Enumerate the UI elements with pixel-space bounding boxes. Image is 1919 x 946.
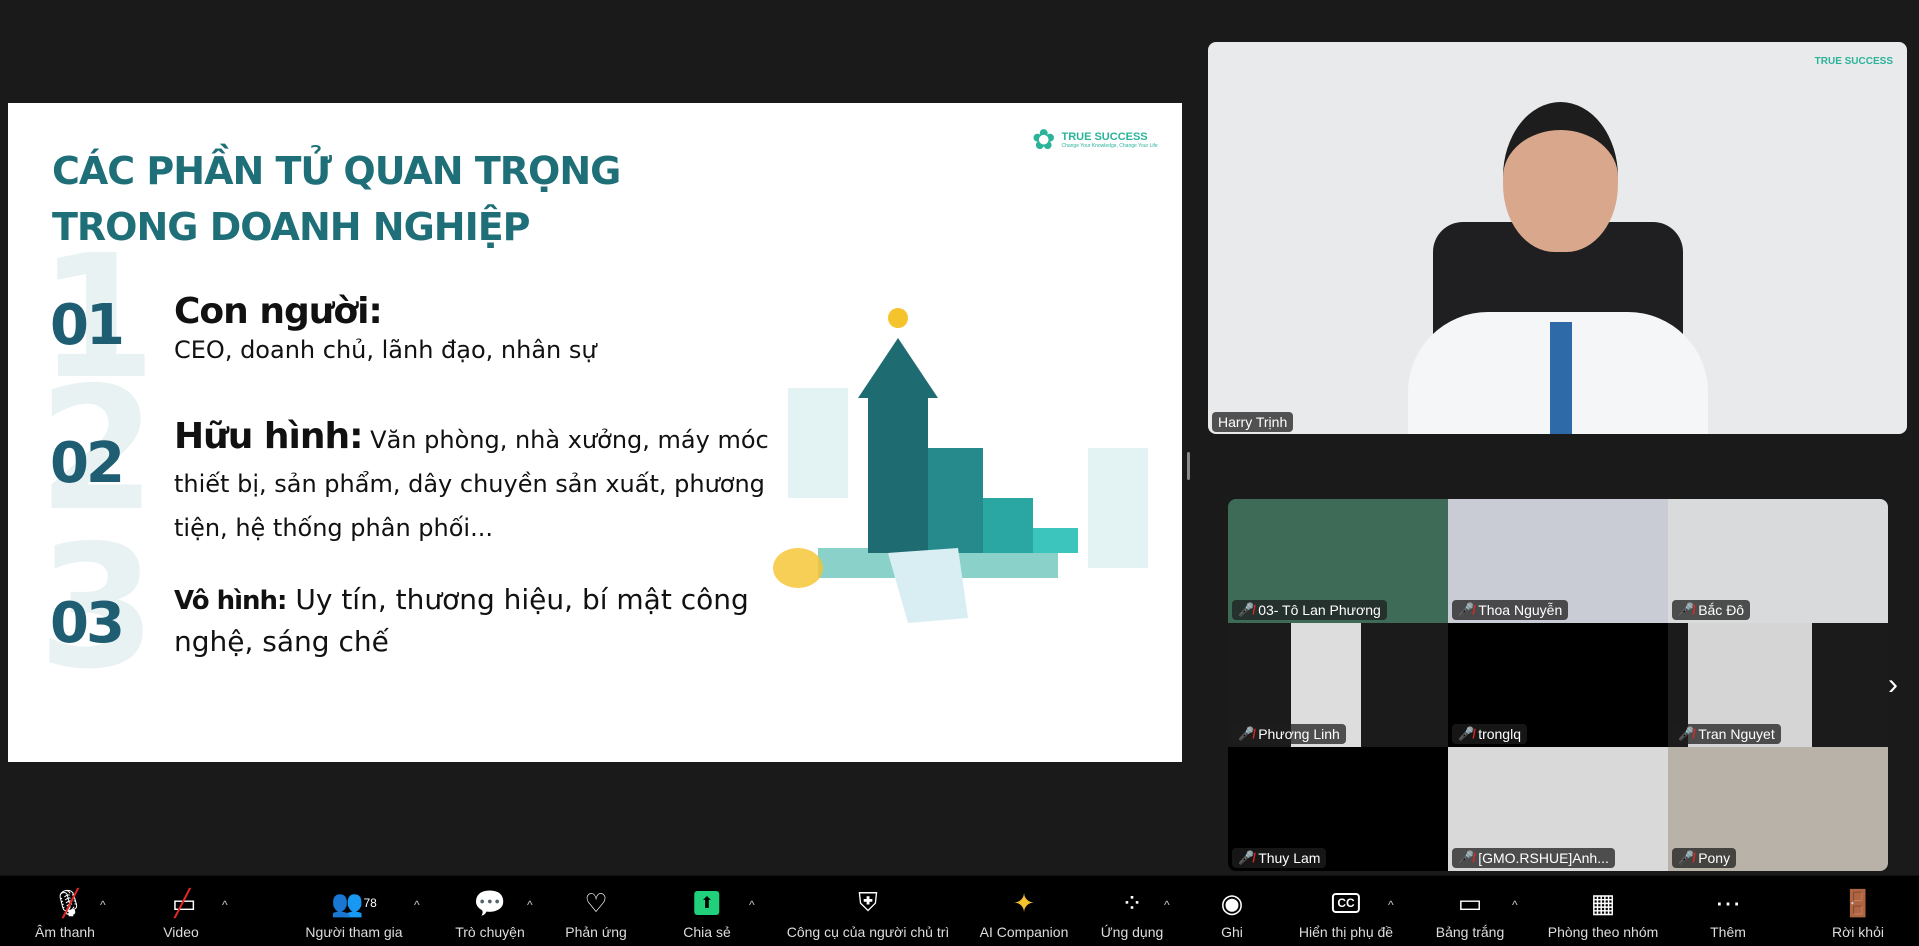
apps-options-caret[interactable]: ^ (1164, 898, 1170, 912)
participant-name: Thuy Lam (1258, 850, 1321, 866)
item-heading: Hữu hình: (174, 416, 364, 457)
apps-icon: ⁘ (1121, 887, 1143, 918)
participant-tile[interactable]: 🎤̸ Bắc Đô (1668, 499, 1888, 623)
panel-splitter[interactable] (1187, 452, 1190, 480)
captions-options-caret[interactable]: ^ (1388, 898, 1394, 912)
whiteboard-icon: ▭ (1457, 887, 1483, 918)
participant-name: Bắc Đô (1698, 602, 1745, 618)
captions-button[interactable]: CC Hiển thị phụ đề (1299, 886, 1393, 940)
audio-options-caret[interactable]: ^ (100, 898, 106, 912)
record-button[interactable]: ◉ Ghi (1220, 886, 1244, 941)
participant-name: Tran Nguyet (1698, 726, 1775, 742)
heart-icon: ♡ (584, 887, 608, 918)
muted-mic-icon: 🎤̸ (1458, 602, 1475, 617)
more-dots-icon: ⋯ (1714, 887, 1741, 918)
muted-mic-icon: 🎤̸ (1238, 602, 1255, 617)
closed-captions-icon: CC (1332, 886, 1360, 920)
gallery-next-page-button[interactable]: › (1888, 668, 1898, 702)
breakout-rooms-button[interactable]: ▦ Phòng theo nhóm (1548, 886, 1659, 941)
muted-mic-icon: 🎤̸ (1678, 850, 1695, 865)
video-off-icon: ▭ ╱ (171, 887, 197, 918)
participant-count: 78 (363, 896, 377, 910)
host-tools-button[interactable]: ⛨ Công cụ của người chủ trì (787, 886, 950, 940)
muted-mic-icon: 🎤̸ (1678, 602, 1695, 617)
muted-mic-icon: 🎤̸ (1678, 726, 1695, 741)
participant-tile[interactable]: 🎤̸ [GMO.RSHUE]Anh... (1448, 747, 1668, 871)
growth-stairs-illustration (773, 308, 1148, 623)
leave-door-icon: 🚪 (1841, 887, 1875, 918)
share-options-caret[interactable]: ^ (749, 898, 755, 912)
item-heading: Con người: (174, 291, 383, 332)
item-number: 03 (50, 591, 125, 656)
item-body: CEO, doanh chủ, lãnh đạo, nhân sự (174, 336, 597, 364)
whiteboard-options-caret[interactable]: ^ (1512, 898, 1518, 912)
participant-tile[interactable]: 🎤̸ Tran Nguyet (1668, 623, 1888, 747)
chat-options-caret[interactable]: ^ (527, 898, 533, 912)
logo-name: TRUE SUCCESS (1061, 130, 1148, 143)
share-button[interactable]: ⬆ Chia sẻ (683, 886, 731, 940)
record-icon: ◉ (1220, 887, 1244, 918)
item-tangible: Hữu hình: Văn phòng, nhà xưởng, máy móc … (174, 415, 794, 553)
muted-mic-icon: 🎤̸ (1458, 850, 1475, 865)
item-number: 01 (50, 293, 125, 358)
participant-name: 03- Tô Lan Phương (1258, 602, 1381, 618)
item-number: 02 (50, 431, 125, 496)
audio-button[interactable]: 🎙 ╱ Âm thanh (35, 886, 95, 941)
video-options-caret[interactable]: ^ (222, 898, 228, 912)
participant-gallery: 🎤̸ 03- Tô Lan Phương 🎤̸ Thoa Nguyễn 🎤̸ Bắc … (1228, 499, 1888, 871)
participants-options-caret[interactable]: ^ (414, 898, 420, 912)
participant-tile[interactable]: 🎤̸ Thuy Lam (1228, 747, 1448, 871)
participant-name: [GMO.RSHUE]Anh... (1478, 850, 1609, 866)
muted-mic-icon: 🎤̸ (1238, 850, 1255, 865)
item-intangible: Vô hình: Uy tín, thương hiệu, bí mật côn… (174, 581, 794, 666)
video-button[interactable]: ▭ ╱ Video (163, 886, 199, 941)
more-button[interactable]: ⋯ Thêm (1710, 886, 1746, 941)
participants-icon: 👥 78 (331, 887, 377, 918)
background-logo: TRUE SUCCESS (1814, 56, 1893, 67)
item-people: Con người: CEO, doanh chủ, lãnh đạo, nhâ… (174, 291, 794, 368)
participant-tile[interactable]: 🎤̸ Thoa Nguyễn (1448, 499, 1668, 623)
participant-tile[interactable]: 🎤̸ Pony (1668, 747, 1888, 871)
slide-logo: ✿ TRUE SUCCESS Change Your Knowledge, Cha… (1032, 123, 1158, 156)
grid-icon: ▦ (1590, 887, 1616, 918)
apps-button[interactable]: ⁘ Ứng dụng (1101, 886, 1164, 941)
speaker-head (1503, 102, 1618, 252)
logo-tagline: Change Your Knowledge, Change Your Life (1061, 142, 1158, 149)
sparkle-icon: ✦ (1013, 887, 1035, 918)
leave-button[interactable]: 🚪 Rời khỏi (1832, 886, 1884, 941)
logo-flower-icon: ✿ (1032, 124, 1056, 155)
speaker-tie (1550, 322, 1572, 434)
ai-companion-button[interactable]: ✦ AI Companion (980, 886, 1069, 941)
meeting-toolbar: 🎙 ╱ Âm thanh ^ ▭ ╱ Video ^ 👥 78 Người tham gia… (0, 875, 1919, 946)
participant-tile[interactable]: 🎤̸ 03- Tô Lan Phương (1228, 499, 1448, 623)
muted-mic-icon: 🎤̸ (1238, 726, 1255, 741)
participant-name: Thoa Nguyễn (1478, 602, 1563, 618)
chat-bubble-icon: 💬 (473, 887, 507, 918)
participant-name: Pony (1698, 850, 1731, 866)
reactions-button[interactable]: ♡ Phản ứng (565, 886, 627, 941)
participant-name: tronglq (1478, 726, 1521, 742)
shared-slide: ✿ TRUE SUCCESS Change Your Knowledge, Cha… (8, 103, 1182, 762)
participant-tile[interactable]: 🎤̸ Phương Linh (1228, 623, 1448, 747)
chat-button[interactable]: 💬 Trò chuyện (455, 886, 525, 941)
participants-button[interactable]: 👥 78 Người tham gia (305, 886, 402, 941)
shield-icon: ⛨ (858, 887, 878, 917)
item-heading: Vô hình: (174, 586, 287, 616)
share-screen-icon: ⬆ (694, 886, 720, 920)
participant-name: Phương Linh (1258, 726, 1340, 742)
muted-microphone-icon: 🎙 ╱ (51, 887, 85, 918)
whiteboard-button[interactable]: ▭ Bảng trắng (1436, 886, 1505, 941)
muted-mic-icon: 🎤̸ (1458, 726, 1475, 741)
speaker-name-tag: Harry Trịnh (1212, 412, 1294, 432)
participant-tile[interactable]: 🎤̸ tronglq (1448, 623, 1668, 747)
active-speaker-video[interactable]: TRUE SUCCESS Harry Trịnh (1208, 42, 1907, 434)
